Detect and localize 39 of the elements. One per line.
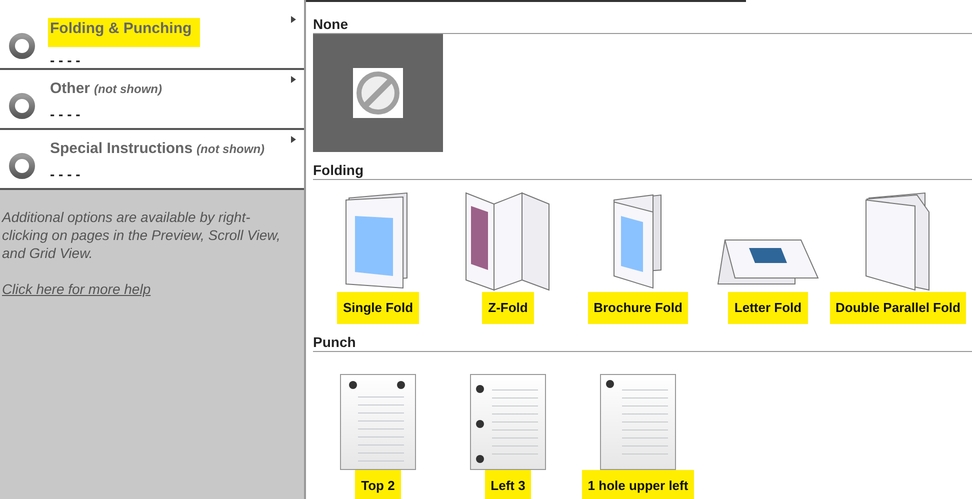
option-tile[interactable]: Single Fold — [313, 180, 443, 324]
category-row[interactable]: Folding & Punching - - - - — [0, 10, 304, 70]
option-tile[interactable]: Z-Fold — [443, 180, 573, 324]
ring-icon — [8, 152, 36, 180]
punched-page-icon — [470, 374, 546, 470]
ring-icon — [8, 32, 36, 60]
option-label: Left 3 — [484, 470, 532, 499]
option-label: Single Fold — [336, 292, 420, 324]
prohibited-icon — [353, 68, 403, 118]
option-label: 1 hole upper left — [582, 470, 694, 499]
punched-page-icon — [600, 374, 676, 470]
ring-icon — [8, 92, 36, 120]
category-title: Special Instructions (not shown) — [49, 139, 266, 159]
option-label: Letter Fold — [728, 292, 808, 324]
option-tile[interactable]: Top 2 — [313, 352, 443, 499]
expand-arrow-icon[interactable] — [291, 76, 296, 83]
punched-page-icon — [340, 374, 416, 470]
section-heading: Punch — [313, 334, 972, 352]
z-fold-icon — [465, 192, 551, 292]
category-value: - - - - — [49, 106, 82, 120]
help-text: Additional options are available by right-clicking on pages in the Preview, Scroll View, and Grid View. — [2, 208, 282, 262]
expand-arrow-icon[interactable] — [291, 136, 296, 143]
option-label: Brochure Fold — [588, 292, 688, 324]
category-title: Folding & Punching — [48, 18, 200, 46]
none-option[interactable] — [313, 34, 443, 152]
section-heading: Folding — [313, 162, 972, 180]
help-link[interactable]: Click here for more help — [2, 281, 151, 297]
option-tile[interactable]: Left 3 — [443, 352, 573, 499]
option-tile[interactable]: Brochure Fold — [573, 180, 703, 324]
option-label: Double Parallel Fold — [830, 292, 966, 324]
category-value: - - - - — [49, 52, 82, 66]
option-tile[interactable]: 1 hole upper left — [573, 352, 703, 499]
category-row[interactable]: Other (not shown) - - - - — [0, 70, 304, 130]
double-parallel-fold-icon — [865, 192, 931, 292]
option-label: Z-Fold — [482, 292, 534, 324]
expand-arrow-icon[interactable] — [291, 16, 296, 23]
category-title: Other (not shown) — [49, 79, 163, 99]
category-value: - - - - — [49, 166, 82, 180]
option-label: Top 2 — [355, 470, 401, 499]
